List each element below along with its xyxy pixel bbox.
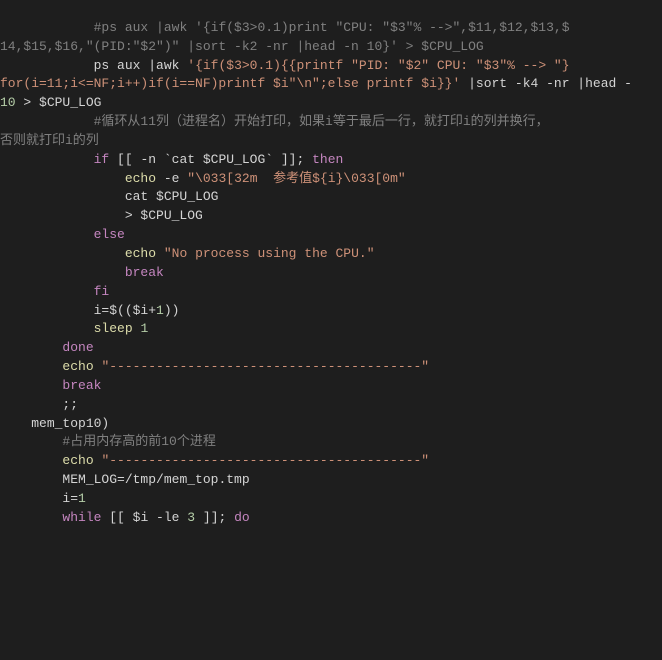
code-line: mem_top10)	[0, 415, 662, 434]
code-line: echo -e "\033[32m 参考值${i}\033[0m"	[0, 170, 662, 189]
code-line: 否则就打印i的列	[0, 132, 662, 151]
code-line: ps aux |awk '{if($3>0.1){{printf "PID: "…	[0, 57, 662, 76]
code-line: i=1	[0, 490, 662, 509]
code-line: cat $CPU_LOG	[0, 188, 662, 207]
code-block: #ps aux |awk '{if($3>0.1)print "CPU: "$3…	[0, 19, 662, 528]
code-line: done	[0, 339, 662, 358]
code-line: else	[0, 226, 662, 245]
code-line: if [[ -n `cat $CPU_LOG` ]]; then	[0, 151, 662, 170]
code-line: break	[0, 264, 662, 283]
code-line: ;;	[0, 396, 662, 415]
code-line: 14,$15,$16,"(PID:"$2")" |sort -k2 -nr |h…	[0, 38, 662, 57]
code-line: break	[0, 377, 662, 396]
code-line: MEM_LOG=/tmp/mem_top.tmp	[0, 471, 662, 490]
code-line: #循环从11列（进程名）开始打印，如果i等于最后一行，就打印i的列并换行，	[0, 113, 662, 132]
code-line: sleep 1	[0, 320, 662, 339]
code-line: echo "----------------------------------…	[0, 452, 662, 471]
code-line: #占用内存高的前10个进程	[0, 433, 662, 452]
code-line: > $CPU_LOG	[0, 207, 662, 226]
code-line: 10 > $CPU_LOG	[0, 94, 662, 113]
code-line: i=$(($i+1))	[0, 302, 662, 321]
code-line: #ps aux |awk '{if($3>0.1)print "CPU: "$3…	[0, 19, 662, 38]
code-line: fi	[0, 283, 662, 302]
code-line: for(i=11;i<=NF;i++)if(i==NF)printf $i"\n…	[0, 75, 662, 94]
code-line: while [[ $i -le 3 ]]; do	[0, 509, 662, 528]
code-line: echo "----------------------------------…	[0, 358, 662, 377]
code-line: echo "No process using the CPU."	[0, 245, 662, 264]
